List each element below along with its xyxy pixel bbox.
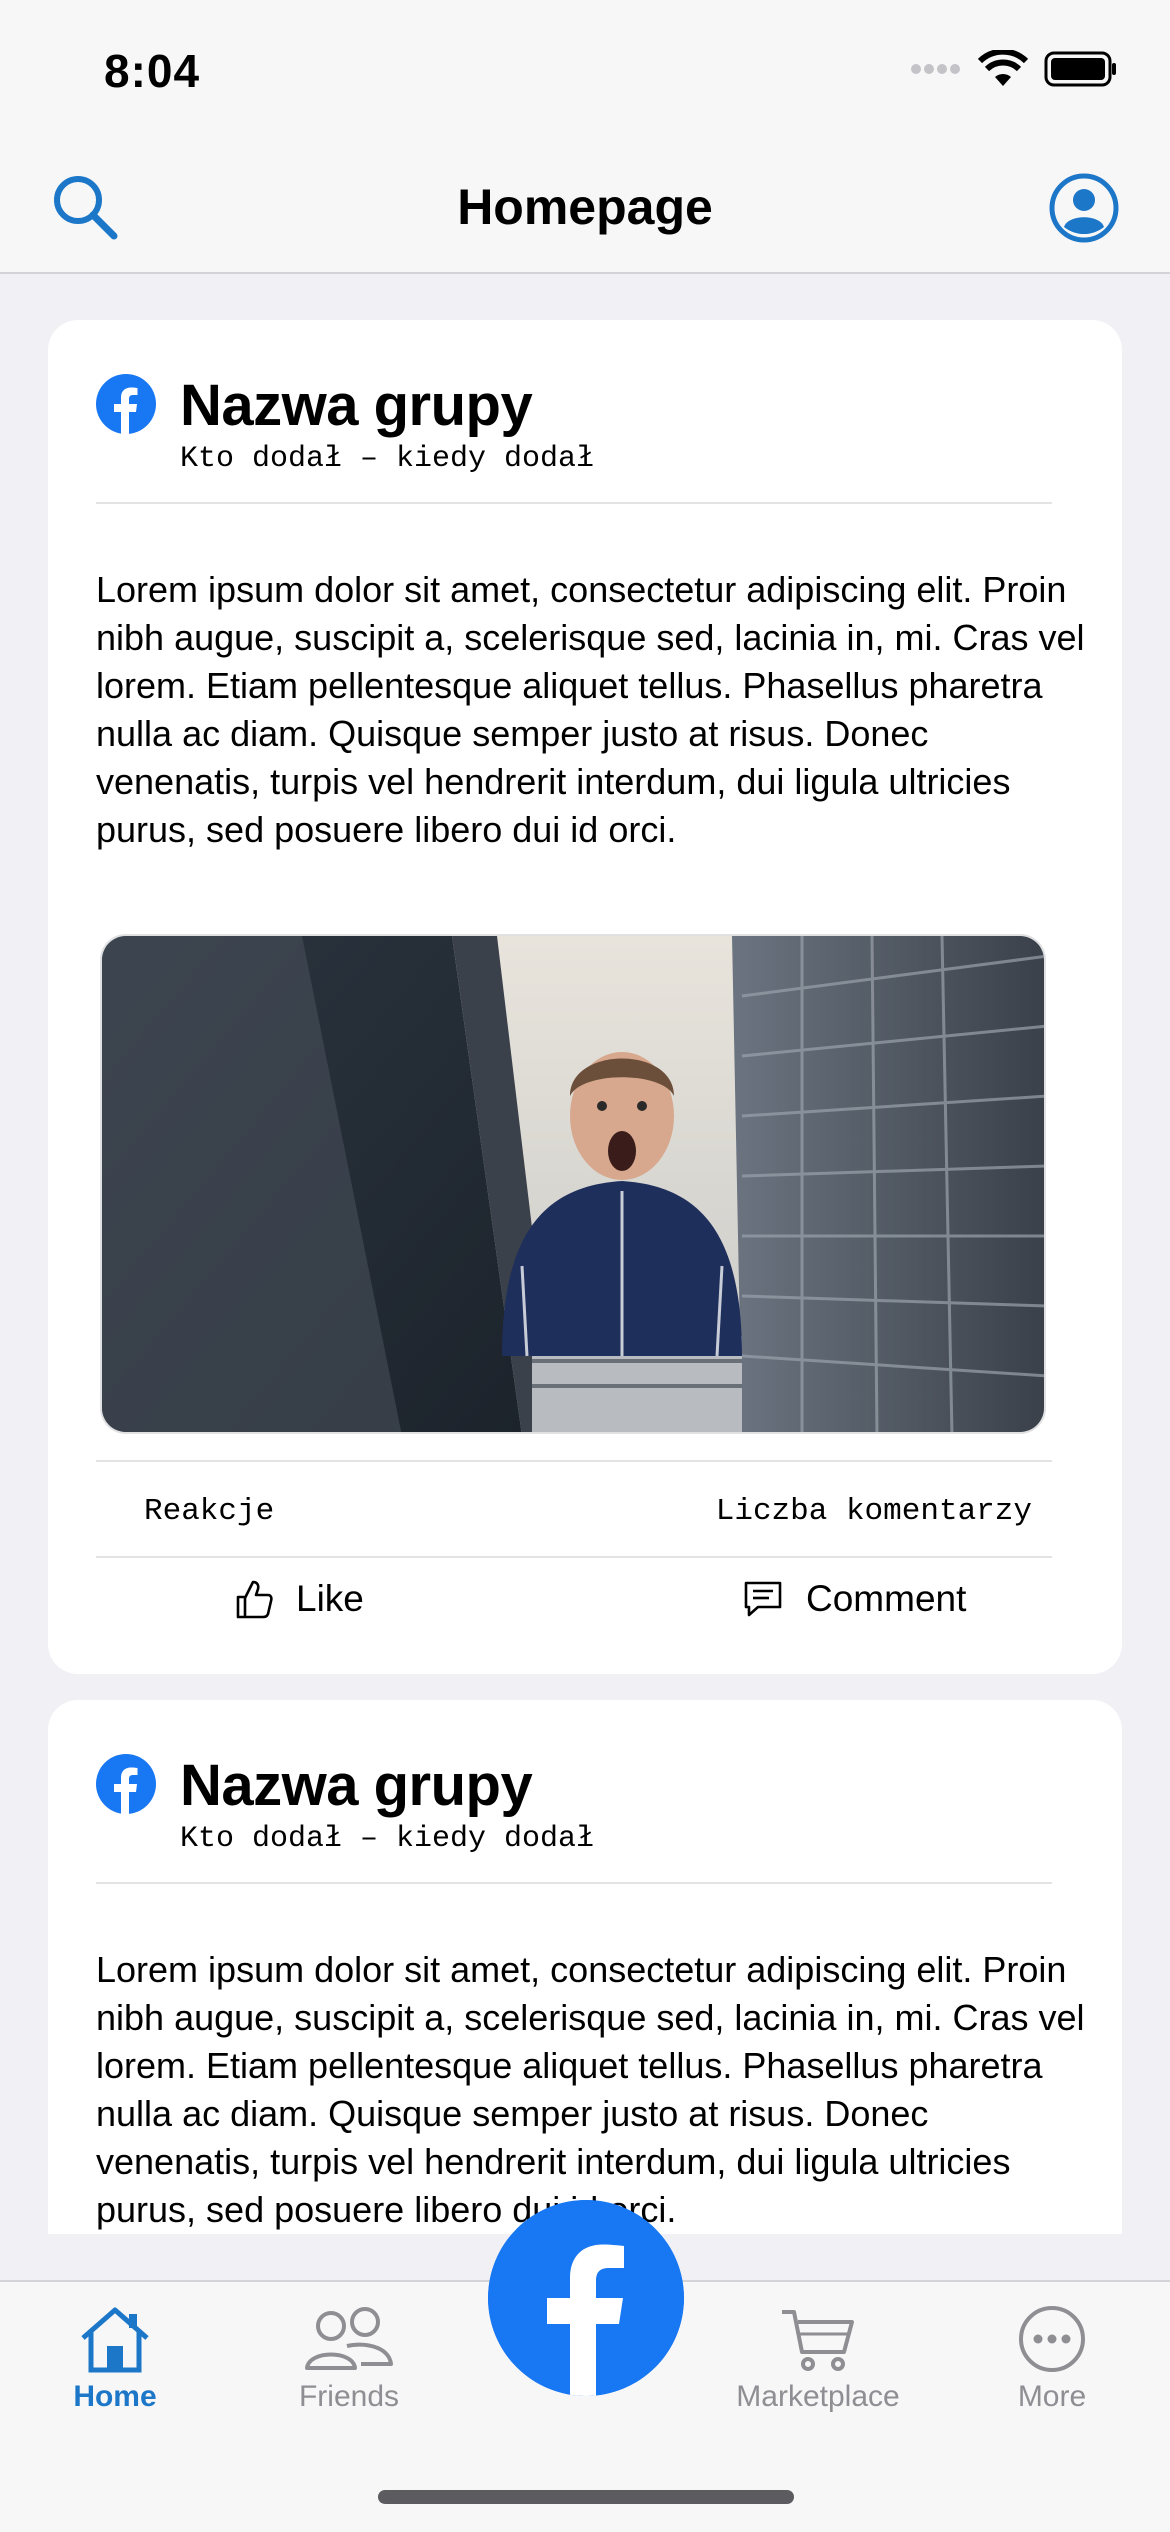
home-icon	[81, 2307, 149, 2373]
tab-more[interactable]: More	[942, 2304, 1162, 2414]
navigation-bar: Homepage	[0, 140, 1170, 274]
feed[interactable]: Nazwa grupy Kto dodał – kiedy dodał Lore…	[0, 274, 1170, 2234]
post-photo	[102, 936, 1044, 1432]
facebook-center-button[interactable]	[488, 2200, 684, 2396]
facebook-logo-icon	[96, 1754, 156, 1814]
battery-icon	[1044, 51, 1116, 87]
tab-friends[interactable]: Friends	[239, 2304, 459, 2414]
facebook-logo-icon	[488, 2200, 684, 2396]
post-header: Nazwa grupy Kto dodał – kiedy dodał	[96, 1752, 1052, 1884]
like-label: Like	[296, 1578, 364, 1619]
tab-more-label: More	[1017, 2380, 1087, 2413]
tab-home[interactable]: Home	[5, 2304, 225, 2414]
comment-label: Comment	[806, 1578, 967, 1619]
post-header: Nazwa grupy Kto dodał – kiedy dodał	[96, 372, 1052, 504]
wifi-icon	[978, 50, 1028, 86]
post-actions: Like Comment	[96, 1560, 1052, 1650]
post-meta: Kto dodał – kiedy dodał	[180, 1822, 595, 1856]
post-stats: Reakcje Liczba komentarzy	[96, 1460, 1052, 1558]
comment-button[interactable]: Comment	[742, 1578, 966, 1620]
group-name[interactable]: Nazwa grupy	[180, 372, 533, 439]
tab-marketplace-label: Marketplace	[736, 2380, 900, 2413]
friends-icon	[305, 2307, 393, 2370]
post-card: Nazwa grupy Kto dodał – kiedy dodał Lore…	[48, 1700, 1122, 2234]
signal-icon	[911, 64, 960, 74]
status-bar: 8:04	[0, 0, 1170, 140]
more-icon	[1019, 2306, 1085, 2372]
reactions-count[interactable]: Reakcje	[144, 1494, 274, 1529]
profile-icon[interactable]	[1048, 172, 1120, 244]
post-text: Lorem ipsum dolor sit amet, consectetur …	[96, 1949, 1085, 2230]
facebook-logo-icon	[96, 374, 156, 434]
page-title: Homepage	[457, 179, 713, 235]
comment-icon	[744, 1581, 782, 1617]
post-image[interactable]	[100, 934, 1046, 1434]
post-meta: Kto dodał – kiedy dodał	[180, 442, 595, 476]
status-time: 8:04	[104, 45, 201, 97]
group-name[interactable]: Nazwa grupy	[180, 1752, 533, 1819]
comments-count[interactable]: Liczba komentarzy	[716, 1494, 1032, 1529]
status-icons	[910, 50, 1118, 88]
like-icon	[236, 1580, 273, 1619]
tab-marketplace[interactable]: Marketplace	[708, 2304, 928, 2414]
post-text: Lorem ipsum dolor sit amet, consectetur …	[96, 569, 1085, 850]
tab-home-label: Home	[73, 2380, 157, 2413]
cart-icon	[782, 2310, 854, 2371]
tab-friends-label: Friends	[298, 2380, 400, 2413]
like-button[interactable]: Like	[234, 1578, 364, 1620]
post-card: Nazwa grupy Kto dodał – kiedy dodał Lore…	[48, 320, 1122, 1674]
home-indicator[interactable]	[378, 2490, 794, 2504]
